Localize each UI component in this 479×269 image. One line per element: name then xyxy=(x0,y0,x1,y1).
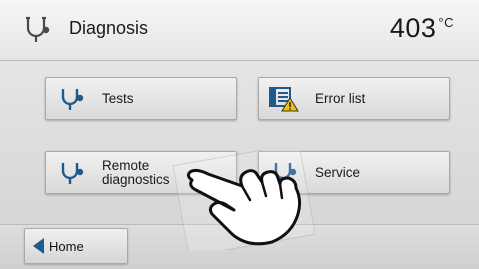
tests-button[interactable]: Tests xyxy=(45,77,237,120)
stethoscope-icon xyxy=(61,89,84,110)
tests-label: Tests xyxy=(102,90,134,106)
footer-bar: Home xyxy=(0,224,479,269)
stethoscope-icon xyxy=(61,163,84,184)
home-label: Home xyxy=(49,239,84,254)
service-button[interactable]: Service xyxy=(258,151,450,194)
stethoscope-icon xyxy=(274,163,297,184)
remote-label-line1: Remote xyxy=(102,157,150,173)
page-title: Diagnosis xyxy=(69,18,149,38)
error-list-icon xyxy=(269,87,299,112)
error-list-label: Error list xyxy=(315,90,366,106)
service-label: Service xyxy=(315,164,361,180)
home-button[interactable]: Home xyxy=(24,228,128,264)
temperature-value: 403 xyxy=(389,13,437,43)
temperature-unit: °C xyxy=(438,15,454,30)
header-bar: Diagnosis 403 °C xyxy=(0,0,479,61)
remote-diagnostics-label: Remote diagnostics xyxy=(102,152,170,193)
stethoscope-icon xyxy=(26,16,50,42)
diagnosis-screen: Diagnosis 403 °C Tests Error list Remote… xyxy=(0,0,479,269)
temperature-readout: 403 °C xyxy=(390,13,454,44)
error-list-button[interactable]: Error list xyxy=(258,77,450,120)
remote-label-line2: diagnostics xyxy=(102,171,170,187)
remote-diagnostics-button[interactable]: Remote diagnostics xyxy=(45,151,237,194)
back-arrow-icon xyxy=(33,238,44,254)
